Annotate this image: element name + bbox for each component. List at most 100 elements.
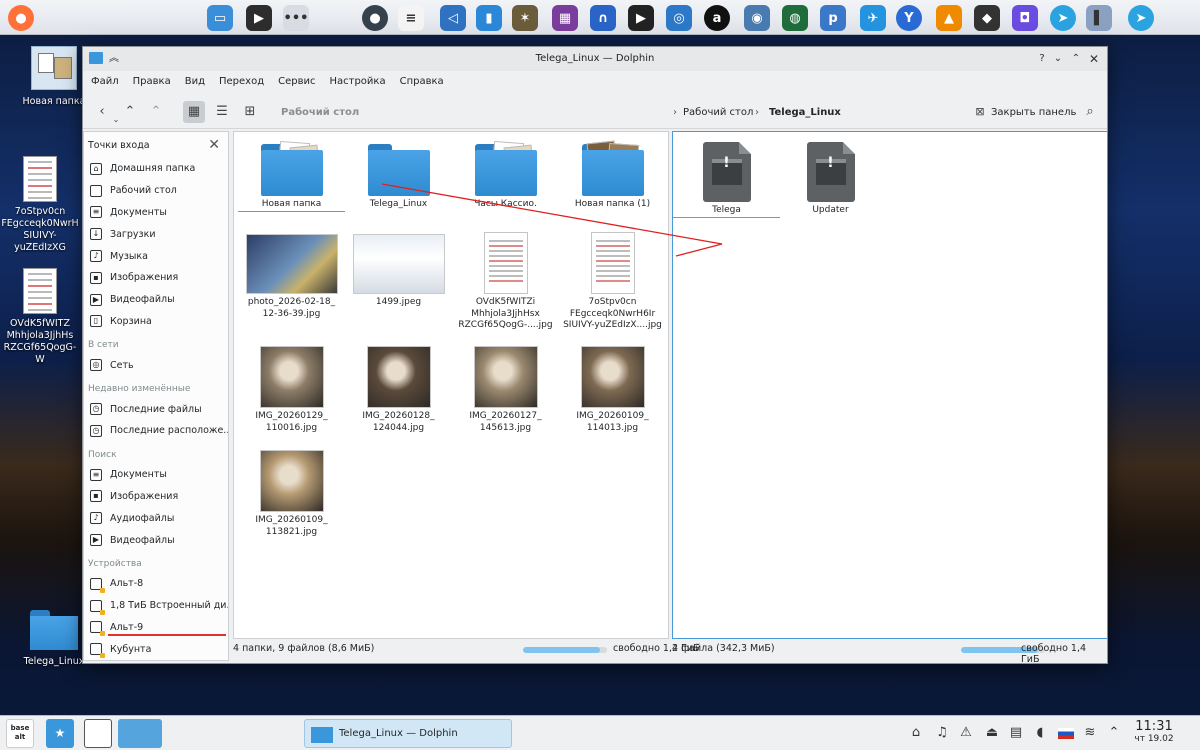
gimp-icon[interactable]: ✶	[512, 5, 538, 31]
diamond-icon[interactable]: ◆	[974, 5, 1000, 31]
task-dolphin[interactable]: Telega_Linux — Dolphin	[304, 719, 512, 748]
file-item[interactable]: IMG_20260109_ 114013.jpg	[559, 346, 666, 434]
yandex-icon[interactable]: Y	[896, 5, 922, 31]
places-item[interactable]: ◷ Последние расположе...	[84, 420, 228, 442]
globe-icon[interactable]: ◍	[782, 5, 808, 31]
places-item[interactable]: ◷ Последние файлы	[84, 398, 228, 420]
file-item[interactable]: OVdK5fWITZi Mhhjola3JjhHsx RZCGf65QogG-.…	[452, 232, 559, 332]
breadcrumb-item[interactable]: Рабочий стол	[683, 107, 753, 118]
file-item[interactable]: photo_2026-02-18_ 12-36-39.jpg	[238, 234, 345, 320]
devices-icon[interactable]: ⏏	[984, 725, 1000, 741]
file-item[interactable]: IMG_20260128_ 124044.jpg	[345, 346, 452, 434]
desktop-file[interactable]: 7oStpv0cn FEgcceqk0NwrH SIUIVY-yuZEdIzXG	[0, 156, 80, 254]
browser-icon[interactable]: ✈	[860, 5, 886, 31]
file-item[interactable]: Новая папка (1)	[559, 140, 666, 211]
expand-tray-icon[interactable]: ⌃	[1106, 725, 1122, 741]
close-panel-button[interactable]: Закрыть панель	[991, 107, 1076, 118]
menu-view[interactable]: Вид	[185, 71, 205, 93]
compact-view-button[interactable]: ☰	[211, 101, 233, 123]
up-button[interactable]: ⌃	[119, 101, 141, 123]
start-menu-button[interactable]: base alt	[6, 719, 34, 748]
places-item[interactable]: ▪ Изображения	[84, 267, 228, 289]
menu-edit[interactable]: Правка	[133, 71, 171, 93]
maximize-button[interactable]: ⌃	[1069, 52, 1083, 66]
notifications-icon[interactable]: ♫	[934, 725, 950, 741]
breadcrumb-item-current[interactable]: Telega_Linux	[769, 107, 841, 118]
right-view-pane[interactable]: ! Telega! Updater	[672, 131, 1108, 639]
file-item[interactable]: IMG_20260109_ 113821.jpg	[238, 450, 345, 538]
vscode-icon[interactable]: ◁	[440, 5, 466, 31]
places-item[interactable]: Альт-8	[84, 573, 228, 595]
places-item[interactable]: 1,8 ТиБ Встроенный ди...	[84, 595, 228, 617]
clock[interactable]: 11:31 чт 19.02	[1130, 719, 1178, 744]
vpn-icon[interactable]: ◎	[666, 5, 692, 31]
places-item[interactable]: ≡ Документы	[84, 464, 228, 486]
a-icon[interactable]: a	[704, 5, 730, 31]
places-item-label: Последние файлы	[110, 403, 202, 415]
desktop-file[interactable]: OVdK5fWITZ Mhhjola3JjhHs RZCGf65QogG-W	[0, 268, 80, 366]
menu-tools[interactable]: Сервис	[278, 71, 315, 93]
text-editor-icon[interactable]: ≡	[398, 5, 424, 31]
file-item[interactable]: IMG_20260129_ 110016.jpg	[238, 346, 345, 434]
places-item[interactable]: ▪ Изображения	[84, 486, 228, 508]
menu-settings[interactable]: Настройка	[329, 71, 385, 93]
clipboard-icon[interactable]: ▤	[1008, 725, 1024, 741]
search-icon[interactable]: ⌕	[1079, 101, 1101, 123]
messenger-icon[interactable]: ◘	[1012, 5, 1038, 31]
updates-icon[interactable]: ⚠	[958, 725, 974, 741]
places-item[interactable]: ▯ Корзина	[84, 311, 228, 333]
firefox-icon[interactable]: ●	[8, 5, 34, 31]
file-manager-launcher[interactable]: ★	[46, 719, 74, 748]
menu-file[interactable]: Файл	[91, 71, 119, 93]
file-item[interactable]: Часы Кассио.	[452, 140, 559, 211]
p-icon[interactable]: p	[820, 5, 846, 31]
wifi-icon[interactable]: ≋	[1082, 725, 1098, 741]
more-icon[interactable]: •••	[283, 5, 309, 31]
document-icon[interactable]: ▮	[476, 5, 502, 31]
pager-desktop-1[interactable]	[118, 719, 162, 748]
places-item[interactable]: ♪ Аудиофайлы	[84, 507, 228, 529]
file-item[interactable]: Telega_Linux	[345, 142, 452, 211]
circle-icon[interactable]: ●	[362, 5, 388, 31]
file-item[interactable]: ! Telega	[673, 142, 780, 218]
minimize-button[interactable]: ⌄	[1051, 52, 1065, 66]
menu-go[interactable]: Переход	[219, 71, 264, 93]
terminal-icon[interactable]: ▶	[246, 5, 272, 31]
icons-view-button[interactable]: ▦	[183, 101, 205, 123]
chart-icon[interactable]: ▌	[1086, 5, 1112, 31]
file-item[interactable]: ! Updater	[777, 142, 884, 217]
telegram-icon[interactable]: ➤	[1050, 5, 1076, 31]
places-item[interactable]: ⌂ Домашняя папка	[84, 158, 228, 180]
volume-icon[interactable]: ◖	[1032, 725, 1048, 741]
close-panel-icon[interactable]: ⊠	[969, 101, 991, 123]
window-icon[interactable]: ▭	[207, 5, 233, 31]
places-item[interactable]: ↓ Загрузки	[84, 223, 228, 245]
places-item[interactable]: ♪ Музыка	[84, 245, 228, 267]
forward-button[interactable]: ⌃	[145, 101, 167, 123]
places-item[interactable]: Рабочий стол	[84, 180, 228, 202]
media-icon[interactable]: ▶	[628, 5, 654, 31]
help-button[interactable]: ?	[1035, 52, 1049, 66]
places-item[interactable]: ▶ Видеофайлы	[84, 289, 228, 311]
places-item[interactable]: ≡ Документы	[84, 202, 228, 224]
network-manager-icon[interactable]: ⌂	[908, 725, 924, 741]
telegram-icon[interactable]: ➤	[1128, 5, 1154, 31]
file-item[interactable]: 7oStpv0cn FEgcceqk0NwrH6Ir SIUIVY-yuZEdI…	[559, 232, 666, 332]
headphones-icon[interactable]: ∩	[590, 5, 616, 31]
left-view-pane[interactable]: Новая папка Telega_Linux Часы Кассио. Новая…	[233, 131, 669, 639]
places-item[interactable]: ▶ Видеофайлы	[84, 529, 228, 551]
video-editor-icon[interactable]: ▦	[552, 5, 578, 31]
file-item[interactable]: 1499.jpeg	[345, 234, 452, 309]
keyboard-layout-flag-icon[interactable]	[1058, 728, 1074, 739]
vlc-icon[interactable]: ▲	[936, 5, 962, 31]
close-places-icon[interactable]: ✕	[208, 137, 220, 153]
file-item[interactable]: Новая папка	[238, 140, 345, 212]
show-desktop-button[interactable]	[84, 719, 112, 748]
menu-help[interactable]: Справка	[400, 71, 444, 93]
places-item[interactable]: Кубунта	[84, 638, 228, 660]
details-view-button[interactable]: ⊞	[239, 101, 261, 123]
places-item[interactable]: ◎ Сеть	[84, 354, 228, 376]
close-window-button[interactable]: ✕	[1087, 52, 1101, 66]
webcam-icon[interactable]: ◉	[744, 5, 770, 31]
file-item[interactable]: IMG_20260127_ 145613.jpg	[452, 346, 559, 434]
